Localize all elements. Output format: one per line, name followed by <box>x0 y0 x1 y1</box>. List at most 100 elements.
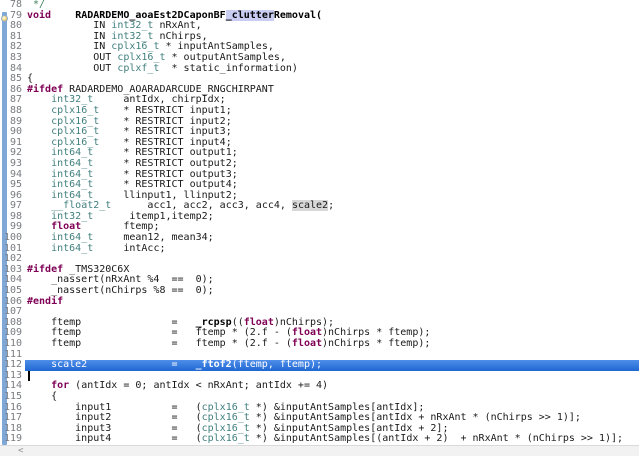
code-token: mean12, mean34; <box>93 232 214 244</box>
code-row: 105 _nassert(nChirps %8 == 0); <box>0 285 639 297</box>
code-token: float <box>243 316 274 328</box>
code-line[interactable]: scale2 = _ftof2(ftemp, ftemp); <box>25 359 639 371</box>
code-token: input3 = ( <box>27 422 202 434</box>
code-token: _nassert(nChirps %8 == 0); <box>27 285 214 297</box>
code-token: intAcc; <box>93 242 166 254</box>
code-token: float <box>51 221 82 233</box>
code-token: RADARDEMO_aoaEst2DCaponBF <box>75 9 226 21</box>
code-token: scale2 <box>291 200 329 212</box>
code-token: _TMS320C6X <box>63 263 130 275</box>
code-token: cplx16_t <box>117 51 166 63</box>
line-number[interactable]: 110 <box>0 338 25 350</box>
code-token: *) &inputAntSamples[antIdx]; <box>249 401 425 413</box>
code-row: 114 for (antIdx = 0; antIdx < nRxAnt; an… <box>0 381 639 392</box>
line-number[interactable]: 88 <box>0 105 25 117</box>
code-token: input4 = ( <box>27 433 202 445</box>
code-row: 112 scale2 = _ftof2(ftemp, ftemp); <box>0 359 639 371</box>
code-line[interactable]: for (antIdx = 0; antIdx < nRxAnt; antIdx… <box>25 381 639 392</box>
code-token: cplx16_t <box>51 104 100 116</box>
code-token: #endif <box>27 295 64 307</box>
code-token: float <box>291 338 323 349</box>
code-token: *) &inputAntSamples[(antIdx + 2) + nRxAn… <box>249 433 624 445</box>
code-token: * RESTRICT output1; <box>93 147 238 159</box>
code-token: int64_t <box>51 157 94 169</box>
line-number[interactable]: 115 <box>0 391 25 403</box>
line-number[interactable]: 93 <box>0 158 25 170</box>
code-token: nChirps, <box>153 30 208 42</box>
code-token: int64_t <box>51 232 94 244</box>
code-line[interactable]: ftemp = ftemp * (2.f - (float)nChirps * … <box>25 338 639 350</box>
code-token: IN <box>27 20 112 32</box>
code-token: nRxAnt, <box>153 20 202 32</box>
code-token: int64_t <box>51 179 94 191</box>
code-token: OUT <box>27 51 118 63</box>
code-token: IN <box>27 30 112 42</box>
code-line[interactable]: input4 = (cplx16_t *) &inputAntSamples[(… <box>25 434 639 445</box>
line-number[interactable]: 119 <box>0 434 25 445</box>
code-row: 106 #endif <box>0 295 639 308</box>
code-token: ; <box>328 200 335 212</box>
code-token: { <box>27 390 58 402</box>
code-line[interactable]: OUT cplxf_t * static_information) <box>25 62 639 75</box>
code-token: _rcpsp <box>195 316 232 328</box>
code-editor: 78 */79 void RADARDEMO_aoaEst2DCaponBF_cl… <box>0 0 639 456</box>
horizontal-scrollbar[interactable]: < <box>0 445 639 456</box>
code-token: */ <box>27 0 46 10</box>
code-token: ftemp = ftemp * (2.f - ( <box>27 327 292 339</box>
code-token: llinput1, llinput2; <box>93 189 238 201</box>
code-token: (( <box>231 316 244 328</box>
code-token: scale2 = <box>27 359 196 371</box>
code-line[interactable]: _nassert(nChirps %8 == 0); <box>25 285 639 297</box>
code-token: { <box>27 73 34 85</box>
code-token: ftemp; <box>81 221 160 233</box>
code-token: (antIdx = 0; antIdx < nRxAnt; antIdx += … <box>69 380 329 392</box>
code-token: * static_information) <box>159 62 298 74</box>
code-token: )nChirps); <box>273 316 335 328</box>
code-token: * RESTRICT input3; <box>99 126 232 138</box>
code-token: _clutter <box>225 9 274 21</box>
code-token: OUT <box>27 62 118 74</box>
code-token: ftemp = <box>27 316 196 328</box>
code-row: 110 ftemp = ftemp * (2.f - (float)nChirp… <box>0 338 639 350</box>
code-line[interactable]: int64_t intAcc; <box>25 242 639 255</box>
code-row: 119 input4 = (cplx16_t *) &inputAntSampl… <box>0 434 639 445</box>
code-token: itemp1,itemp2; <box>93 210 214 222</box>
scroll-left-arrow-icon[interactable]: < <box>18 446 23 456</box>
code-token: * RESTRICT output3; <box>93 168 238 180</box>
code-token: )nChirps * ftemp); <box>322 327 431 339</box>
code-token: Removal( <box>273 9 323 21</box>
code-token: * outputAntSamples, <box>165 51 286 63</box>
code-token: * RESTRICT input2; <box>99 115 232 127</box>
code-token: cplxf_t <box>117 62 160 74</box>
code-token: int32_t <box>51 210 94 222</box>
code-token: * inputAntSamples, <box>159 41 274 53</box>
code-line[interactable]: #endif <box>25 295 639 308</box>
line-number[interactable]: 78 <box>0 0 25 11</box>
code-token: cplx16_t <box>51 136 100 148</box>
code-token: *) &inputAntSamples[antIdx + 2]; <box>249 422 449 434</box>
code-token: ftemp = ftemp * (2.f - ( <box>27 338 292 349</box>
line-number[interactable]: 83 <box>0 52 25 64</box>
code-token: cplx16_t <box>51 126 100 138</box>
code-token: int32_t <box>111 20 154 32</box>
code-token: cplx16_t <box>201 422 250 434</box>
code-token: cplx16_t <box>51 115 100 127</box>
code-token: antIdx, chirpIdx; <box>93 94 226 106</box>
code-token: acc1, acc2, acc3, acc4, <box>111 200 292 212</box>
code-token: RADARDEMO_AOARADARCUDE_RNGCHIRPANT <box>63 83 274 95</box>
code-area: 78 */79 void RADARDEMO_aoaEst2DCaponBF_cl… <box>0 0 639 445</box>
code-token: *) &inputAntSamples[antIdx + nRxAnt * (n… <box>249 412 581 424</box>
